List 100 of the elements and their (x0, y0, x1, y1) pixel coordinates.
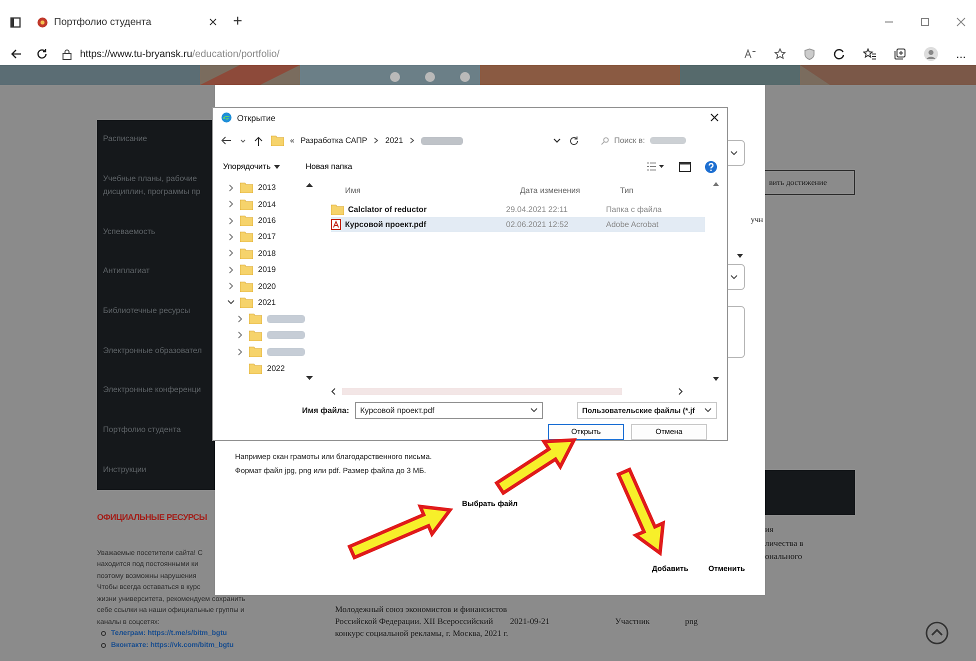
site-favicon (37, 16, 48, 28)
chevron-right-icon[interactable] (236, 331, 244, 340)
scroll-left-icon[interactable] (331, 388, 336, 395)
chevron-down-icon[interactable] (704, 406, 712, 414)
tree-item[interactable]: 2018 (258, 248, 276, 258)
folder-icon (240, 280, 253, 292)
more-button[interactable]: ... (956, 47, 966, 61)
chevron-down-icon[interactable] (530, 406, 538, 414)
tree-item[interactable]: 2016 (258, 216, 276, 225)
field-label: учн (750, 215, 763, 224)
chevron-right-icon (373, 137, 380, 144)
browser-logo-icon (221, 112, 232, 124)
file-name: Курсовой проект.pdf (345, 220, 426, 229)
tree-item[interactable]: 2014 (258, 200, 276, 209)
tree-item[interactable]: 2013 (258, 183, 276, 192)
scroll-up-icon[interactable] (306, 182, 313, 187)
add-achievement-button[interactable]: вить достижение (765, 170, 855, 195)
up-arrow-icon[interactable] (254, 136, 263, 146)
tree-item[interactable]: 2017 (258, 232, 276, 242)
bullet-icon (101, 642, 106, 648)
file-row[interactable]: Calclator of reductor 29.04.2021 22:11 Папка с файла (331, 202, 705, 217)
search-icon (601, 136, 610, 145)
read-aloud-icon[interactable] (744, 49, 756, 59)
back-icon[interactable] (10, 48, 22, 60)
new-tab-button[interactable]: + (233, 13, 242, 31)
table-cell-text: Участник (615, 616, 651, 628)
section-title: ОФИЦИАЛЬНЫЕ РЕСУРСЫ (97, 512, 208, 524)
chevron-right-icon (409, 137, 416, 144)
column-header[interactable]: Имя (345, 186, 520, 196)
folder-icon (271, 135, 284, 146)
chevron-right-icon[interactable] (227, 282, 235, 290)
chevron-down-icon[interactable] (730, 273, 738, 281)
close-icon[interactable] (710, 113, 719, 122)
new-folder-button[interactable]: Новая папка (306, 162, 352, 172)
file-name: Calclator of reductor (348, 204, 427, 214)
chevron-right-icon[interactable] (227, 249, 235, 258)
scrollbar-track[interactable] (342, 388, 622, 395)
tree-item[interactable]: 2020 (258, 282, 276, 291)
maximize-icon[interactable] (920, 17, 930, 27)
tree-item[interactable]: 2022 (267, 364, 285, 373)
file-row[interactable]: Курсовой проект.pdf 02.06.2021 12:52 Adobe Acrobat (331, 216, 705, 232)
folder-icon (240, 215, 253, 226)
chevron-right-icon[interactable] (236, 348, 244, 356)
scroll-right-icon[interactable] (678, 388, 683, 395)
caret-icon (737, 254, 743, 258)
chevron-down-icon[interactable] (553, 138, 562, 144)
scroll-to-top-icon[interactable] (925, 621, 949, 645)
pdf-file-icon (331, 218, 341, 230)
tree-item[interactable]: 2021 (258, 298, 276, 307)
search-hint: Поиск в: (614, 136, 645, 146)
folder-icon (240, 296, 253, 308)
chevron-right-icon[interactable] (227, 200, 235, 208)
text-line: ия (765, 523, 774, 536)
chevron-right-icon[interactable] (227, 184, 235, 192)
folder-icon (249, 313, 262, 324)
search-field[interactable]: Поиск в: (601, 136, 719, 146)
table-cell-text: png (685, 616, 699, 628)
close-icon[interactable] (209, 18, 217, 26)
filename-field[interactable]: Курсовой проект.pdf (355, 402, 544, 419)
view-options-icon[interactable] (647, 162, 665, 172)
chevron-right-icon[interactable] (236, 314, 244, 323)
caret-icon[interactable] (240, 138, 246, 144)
column-header[interactable]: Тип (620, 186, 705, 196)
breadcrumb-overflow[interactable]: « (290, 136, 294, 146)
back-icon[interactable] (221, 136, 232, 146)
favorite-star-icon[interactable] (774, 48, 786, 60)
field-label: Имя файла: (302, 406, 350, 415)
file-date: 29.04.2021 22:11 (506, 204, 569, 214)
refresh-icon[interactable] (569, 136, 580, 146)
file-type: Папка с файла (606, 204, 663, 214)
blurred-label (267, 314, 305, 323)
text-line: онального (765, 550, 804, 564)
chevron-down-icon[interactable] (227, 298, 235, 306)
preview-pane-icon[interactable] (679, 162, 691, 172)
address-field[interactable]: https://www.tu-bryansk.ru/education/portfolio/ (80, 48, 280, 60)
collections-icon[interactable] (894, 48, 906, 60)
help-icon[interactable] (705, 160, 717, 173)
chevron-right-icon[interactable] (227, 266, 235, 274)
sync-icon[interactable] (832, 48, 845, 60)
folder-icon (249, 346, 262, 358)
chevron-right-icon[interactable] (227, 232, 235, 241)
table-cell-text: Молодежный союз экономистов и финансистов Российской Федерации. XII Всероссийский конкурс социальной рекламы, г. Москва, 2021 г. (335, 604, 510, 640)
organize-button[interactable]: Упорядочить (223, 162, 280, 172)
profile-avatar-icon[interactable] (924, 47, 938, 61)
refresh-icon[interactable] (36, 48, 48, 60)
shield-icon[interactable] (804, 48, 815, 60)
scroll-down-icon[interactable] (306, 376, 313, 382)
chevron-down-icon[interactable] (730, 149, 738, 157)
tree-item[interactable]: 2019 (258, 265, 276, 274)
caret-icon (274, 164, 280, 169)
favorites-icon[interactable] (862, 48, 876, 60)
tab-actions-icon[interactable] (10, 16, 21, 28)
chevron-right-icon[interactable] (227, 216, 235, 224)
column-header[interactable]: Дата изменения (520, 186, 620, 196)
breadcrumb-item[interactable]: 2021 (385, 136, 404, 146)
blurred-label (267, 331, 305, 340)
folder-icon (249, 362, 262, 374)
bullet-icon (101, 631, 106, 636)
scroll-down-icon[interactable] (713, 377, 719, 382)
breadcrumb-item[interactable]: Разработка САПР (300, 136, 368, 146)
